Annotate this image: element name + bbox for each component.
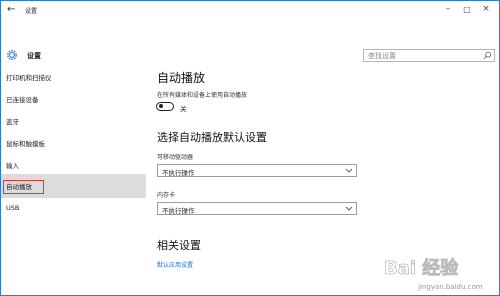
window-title: 设置 (25, 8, 38, 15)
search-input[interactable]: 查找设置 (363, 49, 495, 62)
back-arrow-icon[interactable]: ← (7, 4, 15, 15)
sidebar-item-printers-scanners[interactable]: 打印机和扫描仪 (1, 68, 146, 88)
page-title: 自动播放 (157, 71, 206, 85)
memory-card-value: 不执行操作 (162, 206, 195, 215)
removable-drive-label: 可移动驱动器 (157, 154, 194, 161)
sidebar-item-connected-devices[interactable]: 已连接设备 (1, 90, 146, 110)
removable-drive-value: 不执行操作 (162, 168, 195, 177)
default-apps-link[interactable]: 默认应用设置 (157, 260, 193, 269)
gear-icon (7, 50, 17, 60)
memory-card-label: 内存卡 (157, 192, 176, 199)
memory-card-dropdown[interactable]: 不执行操作 (157, 202, 357, 215)
search-icon[interactable] (483, 51, 492, 60)
defaults-section-title: 选择自动播放默认设置 (157, 131, 267, 144)
minimize-button[interactable]: – (439, 4, 457, 14)
sidebar-item-label: 蓝牙 (6, 118, 19, 126)
settings-window: ← 设置 – □ × 设置 查找设置 打印机和扫描仪 已连接设备 蓝牙 鼠标和触… (0, 0, 500, 296)
maximize-button[interactable]: □ (458, 5, 476, 14)
toggle-knob (159, 104, 163, 109)
sidebar-item-typing[interactable]: 输入 (1, 156, 146, 176)
sidebar-item-label: 自动播放 (6, 183, 32, 191)
title-bar: ← 设置 – □ × (1, 1, 499, 23)
chevron-down-icon (345, 206, 353, 211)
chevron-down-icon (345, 168, 353, 173)
sidebar-item-autoplay[interactable]: 自动播放 (1, 174, 146, 198)
autoplay-toggle-label: 在所有媒体和设备上使用自动播放 (157, 92, 248, 99)
related-settings-title: 相关设置 (157, 239, 201, 252)
sidebar-item-bluetooth[interactable]: 蓝牙 (1, 112, 146, 132)
sidebar-item-label: 已连接设备 (6, 96, 39, 104)
sidebar-item-usb[interactable]: USB (1, 200, 146, 220)
sidebar-item-label: USB (6, 204, 20, 212)
sidebar-item-label: 打印机和扫描仪 (6, 74, 52, 82)
header: 设置 查找设置 (1, 46, 499, 68)
sidebar-item-mouse-touchpad[interactable]: 鼠标和触摸板 (1, 134, 146, 154)
close-button[interactable]: × (477, 4, 495, 14)
autoplay-toggle[interactable] (156, 102, 174, 111)
watermark-url: jingyan.baidu.com (417, 283, 483, 291)
app-label: 设置 (27, 52, 41, 60)
sidebar-item-label: 输入 (6, 162, 19, 170)
watermark-text: Bai 经验 (384, 257, 459, 279)
autoplay-toggle-state: 关 (180, 105, 187, 113)
removable-drive-dropdown[interactable]: 不执行操作 (157, 164, 357, 177)
search-placeholder: 查找设置 (368, 52, 396, 60)
sidebar: 打印机和扫描仪 已连接设备 蓝牙 鼠标和触摸板 输入 自动播放 USB (1, 68, 146, 296)
sidebar-item-label: 鼠标和触摸板 (6, 140, 45, 148)
baidu-jingyan-watermark: Bai 经验 jingyan.baidu.com (384, 257, 483, 291)
